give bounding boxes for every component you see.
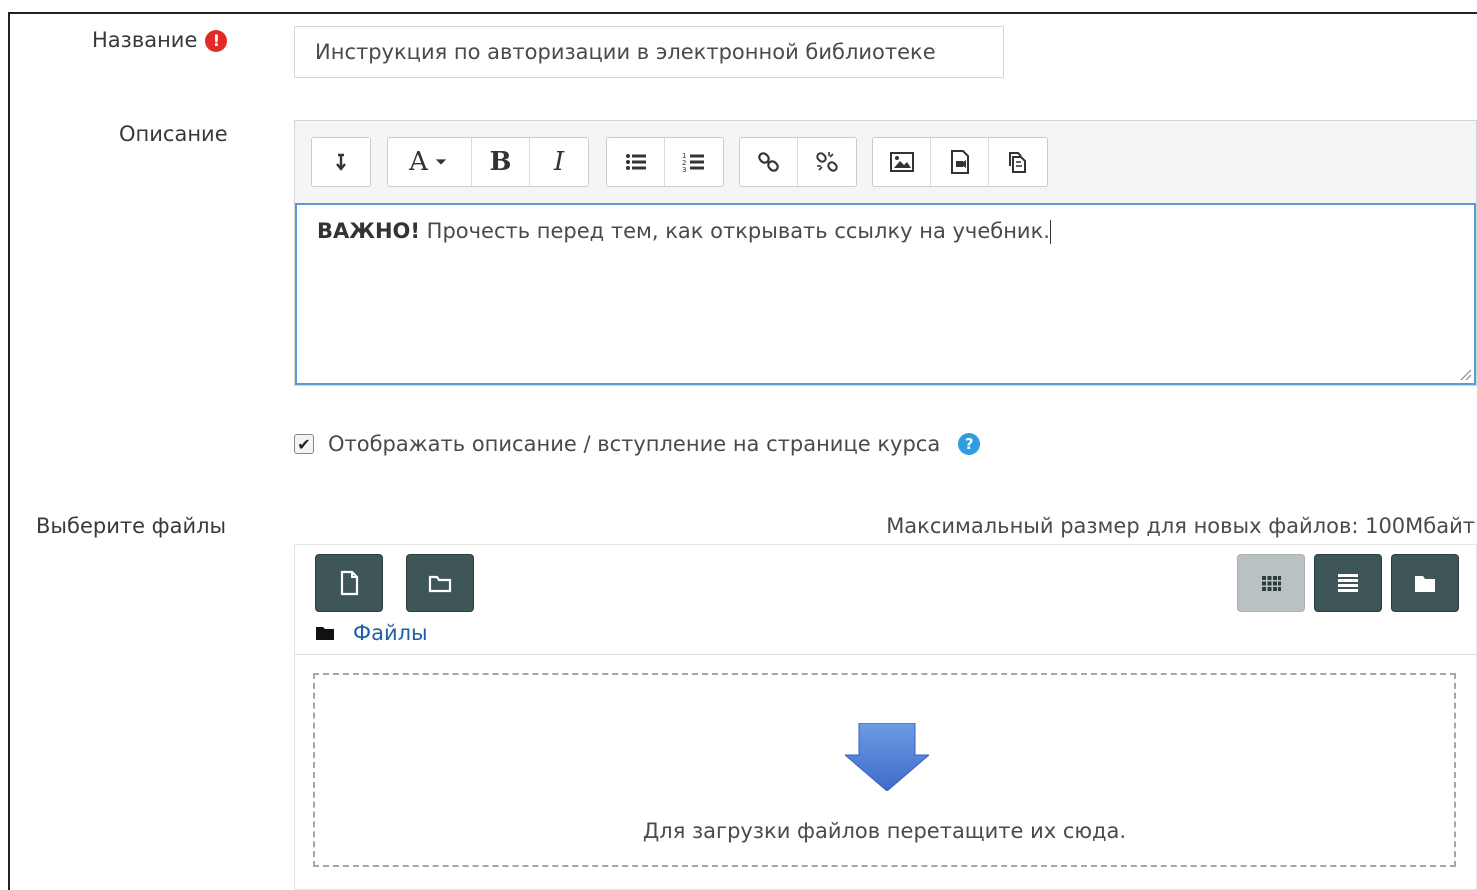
numbered-list-icon: 1 2 3: [682, 152, 704, 174]
view-list-button[interactable]: [1314, 554, 1382, 612]
manage-files-button[interactable]: [989, 138, 1047, 186]
add-file-button[interactable]: [315, 554, 383, 612]
drop-zone-text: Для загрузки файлов перетащите их сюда.: [642, 819, 1127, 843]
file-icon: [340, 570, 359, 596]
italic-label: I: [553, 147, 565, 177]
folder-icon: [1415, 576, 1435, 592]
unlink-icon: [816, 152, 838, 172]
insert-image-button[interactable]: [873, 138, 931, 186]
bold-label: B: [489, 147, 512, 177]
view-tree-button[interactable]: [1391, 554, 1459, 612]
insert-media-button[interactable]: [931, 138, 989, 186]
name-label: Название: [92, 28, 198, 52]
toolbar-group-lists: 1 2 3: [606, 137, 724, 187]
name-label-row: Название!: [92, 28, 228, 52]
description-bold-text: ВАЖНО!: [317, 219, 420, 243]
link-button[interactable]: [740, 138, 798, 186]
editor-toolbar: A B I 1 2 3: [295, 121, 1476, 205]
media-file-icon: [950, 150, 969, 174]
grid-icon: [1262, 576, 1281, 591]
show-more-buttons-button[interactable]: [312, 138, 370, 186]
list-icon: [1338, 574, 1358, 592]
file-manager: Файлы Для загрузки файлов перетащите их …: [294, 544, 1477, 890]
format-label: A: [409, 147, 428, 177]
folder-outline-icon: [428, 575, 452, 593]
show-description-row: ✔ Отображать описание / вступление на ст…: [294, 432, 981, 456]
description-content[interactable]: ВАЖНО! Прочесть перед тем, как открывать…: [295, 203, 1476, 385]
text-caret: [1049, 220, 1051, 244]
download-arrow-icon: [845, 723, 929, 791]
file-drop-zone[interactable]: Для загрузки файлов перетащите их сюда.: [313, 673, 1456, 867]
max-size-text: Максимальный размер для новых файлов: 10…: [886, 514, 1475, 538]
paragraph-styles-button[interactable]: A: [388, 138, 472, 186]
toolbar-group-media: [872, 137, 1048, 187]
resize-grip-icon[interactable]: [1458, 367, 1472, 381]
link-icon: [757, 152, 779, 172]
bold-button[interactable]: B: [472, 138, 530, 186]
unordered-list-button[interactable]: [607, 138, 665, 186]
toolbar-group-style: A B I: [387, 137, 589, 187]
svg-text:3: 3: [682, 166, 686, 174]
name-input[interactable]: Инструкция по авторизации в электронной …: [294, 26, 1004, 78]
files-copy-icon: [1009, 152, 1026, 173]
name-input-value: Инструкция по авторизации в электронной …: [315, 40, 936, 64]
image-icon: [889, 152, 914, 172]
arrow-down-icon: [336, 153, 346, 171]
file-manager-toolbar: Файлы: [295, 545, 1476, 655]
unlink-button[interactable]: [798, 138, 856, 186]
show-description-label: Отображать описание / вступление на стра…: [328, 432, 941, 456]
files-label: Выберите файлы: [36, 514, 227, 538]
folder-icon: [316, 627, 334, 640]
required-icon: !: [205, 30, 228, 52]
create-folder-button[interactable]: [406, 554, 474, 612]
ordered-list-button[interactable]: 1 2 3: [665, 138, 723, 186]
description-text: Прочесть перед тем, как открывать ссылку…: [419, 219, 1050, 243]
description-label: Описание: [119, 122, 228, 146]
show-description-checkbox[interactable]: ✔: [294, 434, 314, 454]
view-icons-button[interactable]: [1237, 554, 1305, 612]
description-editor: A B I 1 2 3 ВАЖНО! Прочесть перед тем, к…: [294, 120, 1477, 386]
caret-down-icon: [435, 159, 447, 165]
bullet-list-icon: [625, 154, 646, 170]
toolbar-group-collapse: [311, 137, 371, 187]
toolbar-group-links: [739, 137, 857, 187]
help-icon[interactable]: ?: [958, 433, 981, 455]
breadcrumb-files-link[interactable]: Файлы: [353, 621, 428, 645]
breadcrumb: Файлы: [315, 621, 428, 645]
italic-button[interactable]: I: [530, 138, 588, 186]
